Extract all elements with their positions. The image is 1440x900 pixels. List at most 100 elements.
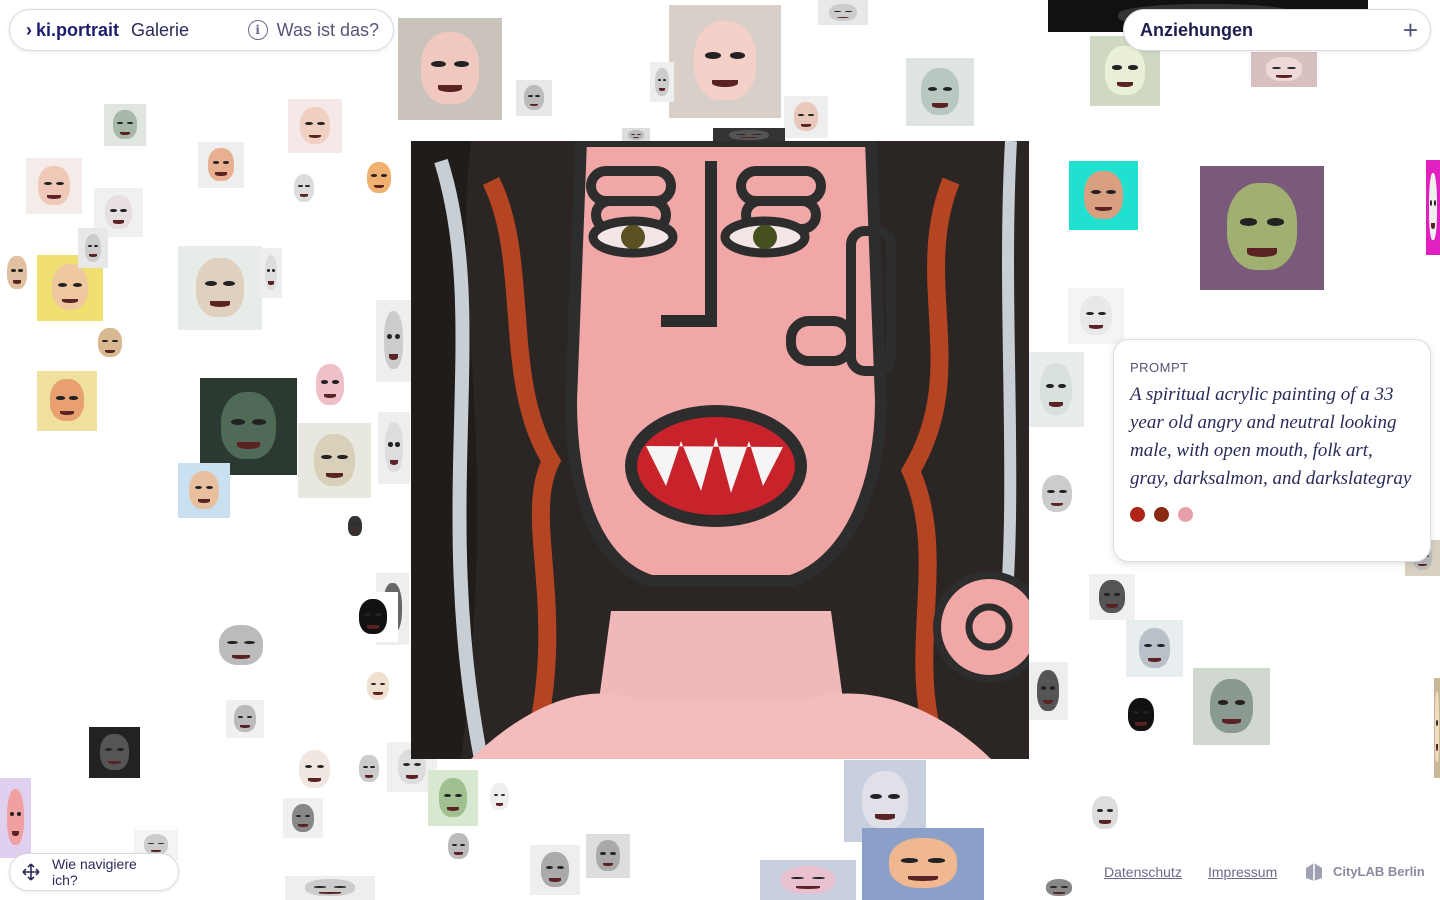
portrait-thumbnail[interactable] bbox=[0, 250, 34, 296]
portrait-thumbnail[interactable] bbox=[1118, 692, 1164, 738]
portrait-thumbnail[interactable] bbox=[348, 592, 398, 642]
portrait-face bbox=[1209, 678, 1254, 733]
portrait-thumbnail[interactable] bbox=[226, 700, 264, 738]
portrait-thumbnail[interactable] bbox=[650, 62, 674, 102]
featured-portrait[interactable] bbox=[411, 141, 1029, 759]
portrait-thumbnail[interactable] bbox=[104, 104, 146, 146]
prompt-text: A spiritual acrylic painting of a 33 yea… bbox=[1130, 384, 1412, 489]
portrait-face bbox=[693, 20, 757, 100]
portrait-thumbnail[interactable] bbox=[1082, 790, 1128, 836]
portrait-thumbnail[interactable] bbox=[283, 798, 323, 838]
portrait-eye bbox=[1050, 886, 1058, 888]
privacy-link[interactable]: Datenschutz bbox=[1104, 864, 1182, 880]
portrait-eye bbox=[375, 613, 382, 616]
portrait-face bbox=[1227, 183, 1297, 271]
citylab-label: CityLAB Berlin bbox=[1333, 863, 1425, 879]
brand-home-link[interactable]: › ki.portrait bbox=[26, 20, 119, 41]
portrait-face bbox=[1036, 670, 1060, 711]
portrait-eye bbox=[403, 763, 410, 766]
portrait-thumbnail[interactable] bbox=[1028, 352, 1084, 427]
about-button[interactable]: i Was ist das? bbox=[247, 19, 379, 41]
portrait-thumbnail[interactable] bbox=[1193, 668, 1270, 745]
portrait-face bbox=[291, 803, 315, 832]
portrait-thumbnail[interactable] bbox=[1251, 52, 1317, 87]
portrait-thumbnail[interactable] bbox=[343, 512, 367, 540]
portrait-face bbox=[38, 165, 70, 206]
portrait-face bbox=[1092, 796, 1118, 829]
portrait-eye bbox=[451, 843, 457, 846]
portrait-thumbnail[interactable] bbox=[378, 412, 410, 484]
portrait-face bbox=[385, 422, 403, 473]
portrait-thumbnail[interactable] bbox=[760, 860, 856, 900]
portrait-thumbnail[interactable] bbox=[440, 828, 477, 865]
portrait-thumbnail[interactable] bbox=[200, 378, 297, 475]
portrait-thumbnail[interactable] bbox=[483, 778, 516, 816]
portrait-thumbnail[interactable] bbox=[862, 828, 984, 900]
portrait-eye bbox=[1091, 189, 1101, 195]
portrait-thumbnail[interactable] bbox=[178, 246, 262, 330]
portrait-thumbnail[interactable] bbox=[622, 128, 650, 142]
portrait-thumbnail[interactable] bbox=[1200, 166, 1324, 290]
portrait-thumbnail[interactable] bbox=[89, 322, 131, 364]
portrait-thumbnail[interactable] bbox=[287, 742, 342, 797]
nav-gallery-link[interactable]: Galerie bbox=[131, 20, 189, 41]
portrait-thumbnail[interactable] bbox=[298, 423, 371, 498]
portrait-face bbox=[383, 311, 404, 369]
portrait-thumbnail[interactable] bbox=[1089, 574, 1135, 620]
portrait-thumbnail[interactable] bbox=[352, 750, 386, 788]
portrait-thumbnail[interactable] bbox=[0, 778, 31, 858]
portrait-thumbnail[interactable] bbox=[1035, 876, 1083, 900]
portrait-thumbnail[interactable] bbox=[198, 142, 244, 188]
portrait-thumbnail[interactable] bbox=[357, 156, 401, 200]
portrait-thumbnail[interactable] bbox=[89, 727, 140, 778]
portrait-thumbnail[interactable] bbox=[906, 58, 974, 126]
portrait-thumbnail[interactable] bbox=[37, 371, 97, 431]
portrait-thumbnail[interactable] bbox=[586, 834, 630, 878]
portrait-thumbnail[interactable] bbox=[305, 356, 355, 414]
portrait-thumbnail[interactable] bbox=[78, 228, 108, 268]
portrait-thumbnail[interactable] bbox=[1434, 678, 1440, 778]
portrait-thumbnail[interactable] bbox=[178, 463, 230, 518]
attractions-filter-button[interactable]: Anziehungen + bbox=[1123, 9, 1431, 51]
portrait-thumbnail[interactable] bbox=[202, 617, 280, 674]
portrait-thumbnail[interactable] bbox=[516, 80, 552, 116]
portrait-mouth bbox=[390, 459, 398, 465]
portrait-thumbnail[interactable] bbox=[285, 876, 375, 900]
portrait-thumbnail[interactable] bbox=[1028, 662, 1068, 720]
portrait-thumbnail[interactable] bbox=[428, 770, 478, 826]
portrait-mouth bbox=[47, 194, 61, 199]
portrait-face bbox=[1429, 173, 1437, 240]
portrait-thumbnail[interactable] bbox=[260, 248, 282, 298]
portrait-face bbox=[359, 599, 387, 634]
portrait-thumbnail[interactable] bbox=[713, 128, 785, 142]
portrait-thumbnail[interactable] bbox=[1426, 160, 1440, 255]
portrait-thumbnail[interactable] bbox=[286, 168, 322, 208]
portrait-thumbnail[interactable] bbox=[288, 99, 342, 153]
portrait-thumbnail[interactable] bbox=[358, 666, 398, 706]
color-swatch bbox=[1130, 507, 1145, 522]
portrait-mouth bbox=[495, 803, 504, 806]
portrait-thumbnail[interactable] bbox=[1030, 467, 1084, 521]
portrait-face bbox=[359, 755, 379, 782]
portrait-thumbnail[interactable] bbox=[669, 5, 781, 118]
portrait-thumbnail[interactable] bbox=[530, 845, 580, 895]
portrait-thumbnail[interactable] bbox=[1126, 620, 1183, 677]
portrait-thumbnail[interactable] bbox=[398, 18, 502, 120]
citylab-logo[interactable]: CityLAB Berlin bbox=[1303, 860, 1425, 882]
portrait-thumbnail[interactable] bbox=[1069, 161, 1138, 230]
portrait-thumbnail[interactable] bbox=[784, 96, 828, 138]
about-label: Was ist das? bbox=[276, 19, 379, 40]
portrait-thumbnail[interactable] bbox=[26, 158, 82, 214]
portrait-eye bbox=[1049, 686, 1056, 690]
imprint-link[interactable]: Impressum bbox=[1208, 864, 1277, 880]
portrait-eye bbox=[444, 793, 451, 797]
portrait-eye bbox=[1098, 311, 1107, 315]
portrait-eye bbox=[364, 613, 371, 616]
portrait-thumbnail[interactable] bbox=[1068, 288, 1124, 344]
portrait-thumbnail[interactable] bbox=[818, 0, 868, 25]
portrait-thumbnail[interactable] bbox=[376, 300, 411, 382]
portrait-eye bbox=[1239, 218, 1258, 226]
navigation-help-button[interactable]: Wie navigiere ich? bbox=[9, 853, 179, 891]
portrait-mouth bbox=[1089, 324, 1103, 329]
filter-label: Anziehungen bbox=[1140, 19, 1253, 40]
